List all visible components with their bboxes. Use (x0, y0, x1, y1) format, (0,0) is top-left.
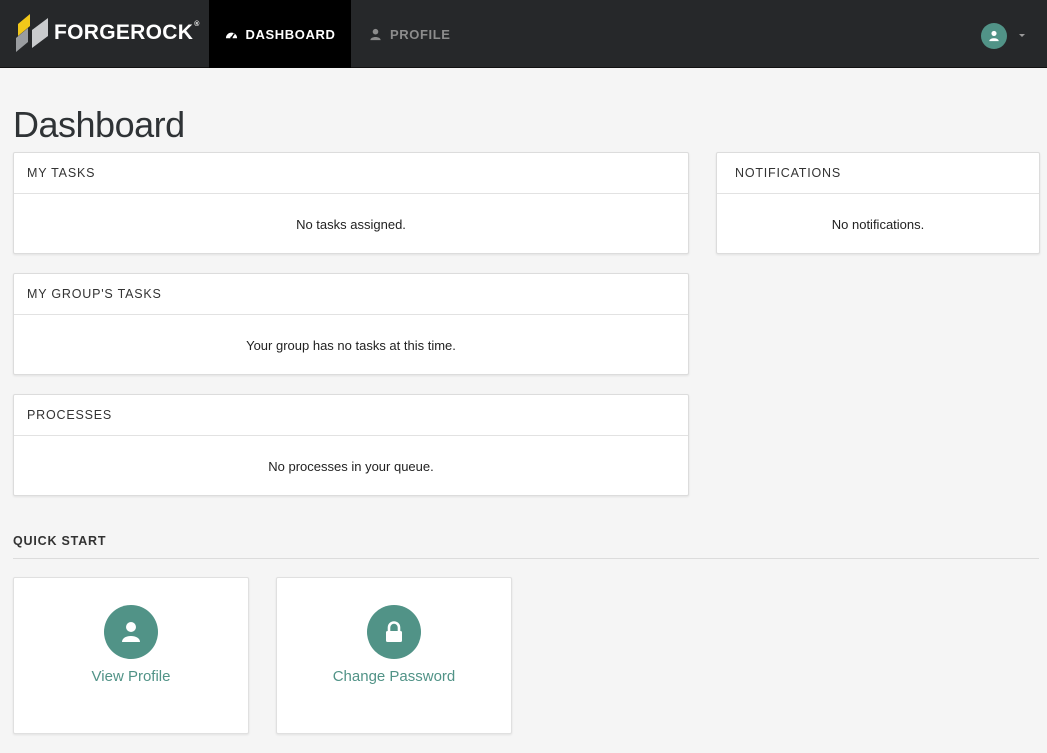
top-navbar: FORGEROCK® DASHBOARD PROFILE (0, 0, 1047, 68)
user-icon (122, 622, 140, 642)
group-tasks-panel: MY GROUP'S TASKS Your group has no tasks… (13, 273, 689, 375)
quick-start-divider (13, 558, 1039, 559)
user-menu-caret-icon[interactable] (1019, 34, 1025, 37)
change-password-card[interactable]: Change Password (276, 577, 512, 734)
my-tasks-empty-message: No tasks assigned. (296, 216, 406, 232)
notifications-panel: NOTIFICATIONS No notifications. (716, 152, 1040, 254)
brand-registered-mark: ® (194, 21, 200, 28)
user-icon (370, 28, 381, 40)
view-profile-icon-circle (104, 605, 158, 659)
processes-empty-message: No processes in your queue. (268, 458, 434, 474)
user-avatar-button[interactable] (981, 23, 1007, 49)
group-tasks-title: MY GROUP'S TASKS (14, 274, 688, 315)
page-title: Dashboard (13, 104, 185, 145)
forgerock-logo-icon (16, 14, 48, 52)
change-password-icon-circle (367, 605, 421, 659)
view-profile-card[interactable]: View Profile (13, 577, 249, 734)
dashboard-gauge-icon (225, 32, 237, 39)
processes-title: PROCESSES (14, 395, 688, 436)
my-tasks-panel: MY TASKS No tasks assigned. (13, 152, 689, 254)
nav-tab-dashboard[interactable]: DASHBOARD (209, 0, 351, 68)
my-tasks-title: MY TASKS (14, 153, 688, 194)
group-tasks-empty-message: Your group has no tasks at this time. (246, 337, 456, 353)
quick-start-heading: QUICK START (13, 534, 107, 548)
nav-profile-label: PROFILE (390, 26, 451, 42)
lock-icon (386, 621, 402, 642)
nav-dashboard-label: DASHBOARD (245, 26, 336, 42)
processes-panel: PROCESSES No processes in your queue. (13, 394, 689, 496)
notifications-empty-message: No notifications. (831, 216, 925, 232)
nav-tab-profile[interactable]: PROFILE (351, 0, 471, 68)
notifications-title: NOTIFICATIONS (717, 153, 1039, 194)
forgerock-logo[interactable]: FORGEROCK® (14, 12, 200, 54)
user-icon (989, 30, 999, 42)
brand-name: FORGEROCK® (54, 21, 200, 44)
change-password-label: Change Password (332, 668, 456, 685)
view-profile-label: View Profile (91, 668, 171, 685)
